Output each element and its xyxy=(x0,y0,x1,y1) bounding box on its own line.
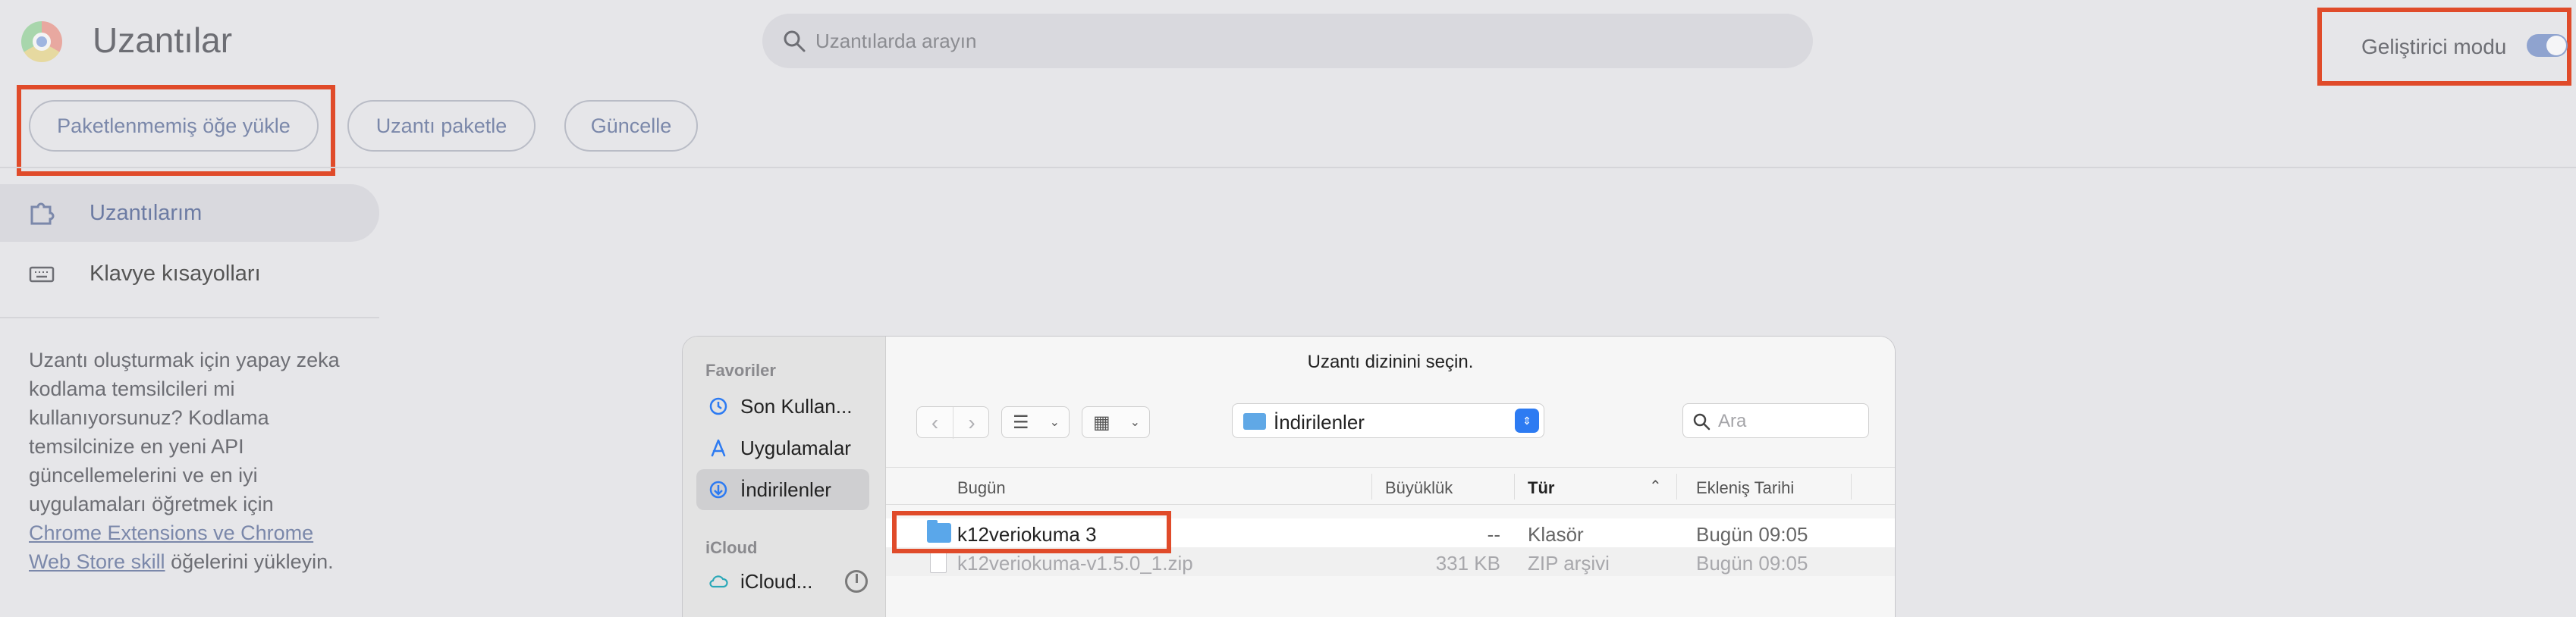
chrome-logo-icon xyxy=(21,21,62,62)
load-unpacked-highlight xyxy=(17,85,335,176)
column-type[interactable]: Tür xyxy=(1528,478,1554,498)
pack-extension-button[interactable]: Uzantı paketle xyxy=(347,100,536,152)
downloads-icon xyxy=(709,481,727,499)
sidebar-item-keyboard-shortcuts[interactable]: Klavye kısayolları xyxy=(0,245,379,302)
file-size: -- xyxy=(1487,523,1500,546)
chevron-down-icon: ⌄ xyxy=(1129,416,1140,429)
sidebar-divider xyxy=(0,317,379,318)
keyboard-icon xyxy=(29,266,55,283)
back-chevron-icon[interactable]: ‹ xyxy=(917,407,953,439)
folder-row-highlight xyxy=(892,511,1171,553)
header-divider xyxy=(0,167,2576,168)
search-bar[interactable] xyxy=(762,14,1813,68)
sidebar-item-recents[interactable]: Son Kullan... xyxy=(696,386,869,427)
clock-icon xyxy=(709,397,727,415)
page-title: Uzantılar xyxy=(93,20,233,60)
puzzle-icon xyxy=(30,202,55,225)
grid-icon: ▦ xyxy=(1093,412,1111,433)
file-date: Bugün 09:05 xyxy=(1696,552,1808,575)
grid-view-button[interactable]: ▦ ⌄ xyxy=(1082,406,1150,438)
file-size: 331 KB xyxy=(1435,552,1500,575)
dialog-search-field[interactable] xyxy=(1682,403,1869,438)
chevron-down-icon: ⌄ xyxy=(1049,416,1060,429)
icloud-heading: iCloud xyxy=(705,538,758,557)
forward-chevron-icon[interactable]: › xyxy=(953,407,990,439)
ai-promo-text: Uzantı oluşturmak için yapay zeka kodlam… xyxy=(29,349,340,573)
developer-mode-highlight: Geliştirici modu xyxy=(2317,8,2571,86)
search-input[interactable] xyxy=(815,27,1786,55)
column-size[interactable]: Büyüklük xyxy=(1385,478,1453,498)
file-picker-dialog: Favoriler Son Kullan... Uygulamalar İndi… xyxy=(683,337,1895,617)
developer-mode-label: Geliştirici modu xyxy=(2361,35,2507,58)
sidebar-item-icloud-drive[interactable]: iCloud... xyxy=(696,561,869,602)
zip-file-icon xyxy=(930,550,947,573)
up-down-chevron-icon: ⇕ xyxy=(1515,409,1539,433)
sidebar-item-label: Klavye kısayolları xyxy=(90,261,261,286)
column-date-added[interactable]: Ekleniş Tarihi xyxy=(1696,478,1794,498)
dialog-search-input[interactable] xyxy=(1718,410,1859,433)
sidebar-item-downloads[interactable]: İndirilenler xyxy=(696,469,869,510)
storage-progress-icon xyxy=(845,570,868,593)
sort-ascending-icon: ⌃ xyxy=(1649,478,1662,495)
search-icon xyxy=(784,30,806,52)
applications-icon xyxy=(711,439,726,457)
column-name[interactable]: Bugün xyxy=(957,478,1006,498)
top-bar: Uzantılar Geliştirici modu xyxy=(0,0,2576,86)
location-label: İndirilenler xyxy=(1274,411,1365,434)
file-name: k12veriokuma-v1.5.0_1.zip xyxy=(957,552,1193,575)
sidebar-item-applications[interactable]: Uygulamalar xyxy=(696,428,869,468)
cloud-icon xyxy=(709,575,728,588)
developer-mode-toggle[interactable] xyxy=(2527,34,2568,57)
list-view-button[interactable]: ☰ ⌄ xyxy=(1001,406,1070,438)
update-button[interactable]: Güncelle xyxy=(564,100,698,152)
file-table-header: Bugün Büyüklük Tür ⌃ Ekleniş Tarihi xyxy=(886,467,1895,505)
dialog-sidebar: Favoriler Son Kullan... Uygulamalar İndi… xyxy=(683,337,886,617)
navigation-buttons: ‹ › xyxy=(916,406,990,439)
file-type: Klasör xyxy=(1528,523,1584,546)
file-date: Bugün 09:05 xyxy=(1696,523,1808,546)
dialog-main: Uzantı dizinini seçin. ‹ › ☰ ⌄ ▦ ⌄ İndir… xyxy=(886,337,1895,617)
search-icon xyxy=(1693,413,1711,431)
file-type: ZIP arşivi xyxy=(1528,552,1610,575)
favorites-heading: Favoriler xyxy=(705,361,776,380)
downloads-folder-icon xyxy=(1243,413,1266,430)
toggle-knob xyxy=(2546,36,2566,55)
location-popup[interactable]: İndirilenler ⇕ xyxy=(1232,403,1544,438)
dialog-title: Uzantı dizinini seçin. xyxy=(1307,352,1474,372)
sidebar-item-my-extensions[interactable]: Uzantılarım xyxy=(0,184,379,242)
sidebar-item-label: Uzantılarım xyxy=(90,200,203,225)
list-icon: ☰ xyxy=(1013,412,1029,433)
